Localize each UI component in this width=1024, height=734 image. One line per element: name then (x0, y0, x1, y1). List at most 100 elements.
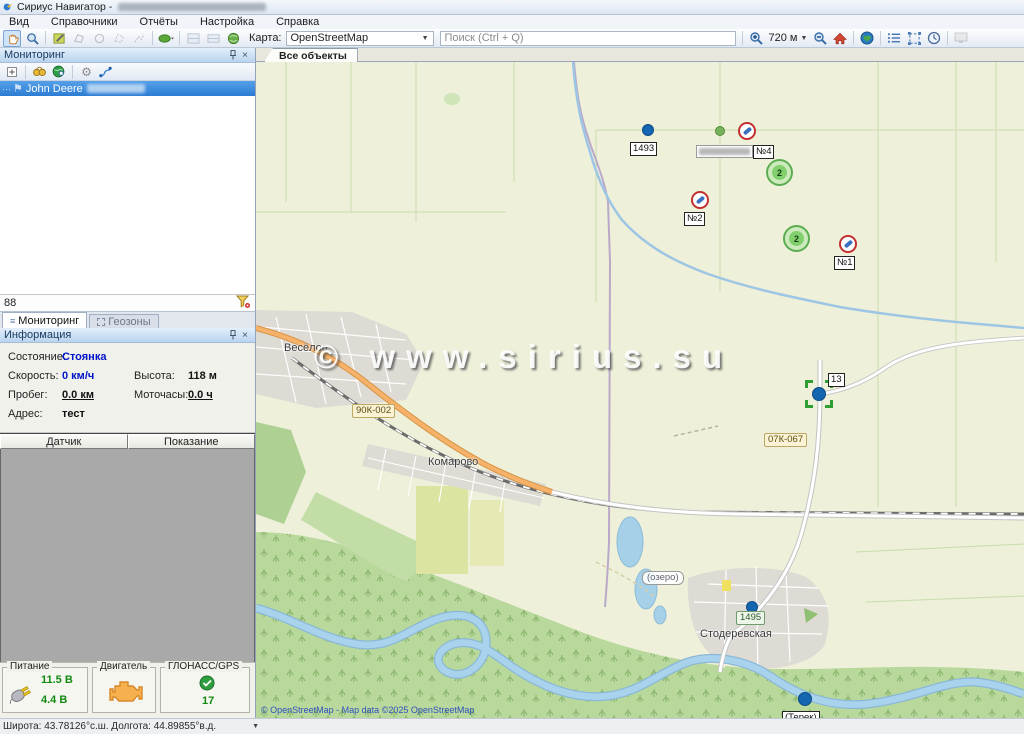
map-canvas[interactable]: 1493 №4 2 №2 2 №1 13 (Терек) (озеро) 90К… (256, 62, 1024, 718)
zoom-in-button[interactable] (747, 30, 765, 47)
tab-geozones[interactable]: Геозоны (89, 314, 158, 328)
status-bar: Широта: 43.78126°с.ш. Долгота: 44.89855°… (0, 718, 1024, 734)
scale-value: 720 м (769, 32, 798, 44)
home-icon (833, 32, 847, 45)
layers-button[interactable] (157, 30, 175, 47)
panels2-icon (207, 32, 220, 45)
selected-vehicle-label: 13 (828, 373, 845, 387)
chevron-down-icon[interactable]: ▼ (252, 723, 259, 730)
tab-geozones-label: Геозоны (108, 316, 150, 328)
zoom-out-icon (813, 31, 827, 45)
menu-spravochniki[interactable]: Справочники (40, 15, 129, 29)
poi-marker-4[interactable] (738, 122, 756, 140)
edit-geozone-button[interactable] (110, 30, 128, 47)
split-horizontal-button[interactable] (184, 30, 202, 47)
map-tab-label: Все объекты (279, 50, 347, 62)
globe-3d-button[interactable] (224, 30, 242, 47)
zoom-out-button[interactable] (811, 30, 829, 47)
coordinates-readout: Широта: 43.78126°с.ш. Долгота: 44.89855°… (3, 721, 216, 732)
main-toolbar: Карта: OpenStreetMap ▼ 720 м ▼ (0, 29, 1024, 48)
zoom-in-icon (749, 31, 763, 45)
vehicle-dot (812, 387, 826, 401)
menu-spravka[interactable]: Справка (265, 15, 330, 29)
tab-monitoring[interactable]: ≡ Мониторинг (2, 312, 87, 328)
sensor-column-header[interactable]: Датчик (0, 434, 128, 449)
edit-map-button[interactable] (50, 30, 68, 47)
pin-icon[interactable] (227, 49, 239, 61)
search-input[interactable] (440, 31, 736, 46)
gauges-panel: Питание 11.5 В 4.4 В Двигатель ГЛОНАСС/G… (0, 662, 255, 718)
search-objects-button[interactable] (31, 64, 48, 79)
power-gauge: Питание 11.5 В 4.4 В (2, 667, 88, 713)
world-view-button[interactable] (858, 30, 876, 47)
filter-value[interactable]: 88 (4, 297, 16, 309)
map-select-label: Карта: (249, 32, 282, 44)
pan-tool-button[interactable] (3, 30, 21, 47)
hand-icon (6, 32, 19, 45)
magnifier-icon (26, 32, 39, 45)
close-icon[interactable]: × (239, 329, 251, 341)
monitoring-panel: Мониторинг × ⚙ ··· ⚑ John Deere 88 (0, 48, 256, 718)
app-window: Сириус Навигатор - Вид Справочники Отчёт… (0, 0, 1024, 734)
close-icon[interactable]: × (239, 49, 251, 61)
monitor-icon (954, 32, 968, 44)
gnss-gauge: ГЛОНАСС/GPS 17 (160, 667, 250, 713)
polygon-edit-icon (113, 32, 126, 45)
expand-all-button[interactable] (3, 64, 20, 79)
power-voltage-main: 11.5 В (41, 674, 73, 686)
menu-vid[interactable]: Вид (0, 15, 40, 29)
poi-label-redacted (696, 145, 753, 158)
object-list-button[interactable] (885, 30, 903, 47)
map-base-layer (256, 62, 1024, 718)
home-view-button[interactable] (831, 30, 849, 47)
scale-select[interactable]: 720 м ▼ (766, 31, 811, 46)
waypoint-dot-blue[interactable] (642, 124, 654, 136)
map-tab-all-objects[interactable]: Все объекты (264, 48, 358, 62)
monitoring-panel-title: Мониторинг (4, 49, 65, 61)
geozone-icon (97, 318, 105, 326)
address-label: Адрес: (8, 408, 43, 420)
satellite-check-icon (199, 675, 215, 691)
add-geozone-button[interactable] (70, 30, 88, 47)
screenshot-button[interactable] (952, 30, 970, 47)
geozones-view-button[interactable] (905, 30, 923, 47)
waypoint-dot-green[interactable] (715, 126, 725, 136)
globe-3d-icon (227, 32, 240, 45)
altitude-value: 118 м (188, 370, 217, 382)
state-label: Состояние: (8, 351, 66, 363)
pin-icon[interactable] (227, 329, 239, 341)
split-vertical-button[interactable] (204, 30, 222, 47)
menu-otchety[interactable]: Отчёты (129, 15, 189, 29)
road-shield-1495: 1495 (736, 611, 765, 625)
track-icon (99, 66, 112, 78)
settings-button[interactable]: ⚙ (78, 64, 95, 79)
menu-nastroika[interactable]: Настройка (189, 15, 265, 29)
map-select[interactable]: OpenStreetMap ▼ (286, 31, 434, 46)
history-button[interactable] (925, 30, 943, 47)
list-icon: ≡ (10, 316, 15, 326)
cluster-marker-a[interactable]: 2 (766, 159, 793, 186)
poi-marker-1[interactable] (839, 235, 857, 253)
tree-item-vehicle[interactable]: ··· ⚑ John Deere (0, 81, 255, 96)
add-circle-geozone-button[interactable] (90, 30, 108, 47)
mileage-value[interactable]: 0.0 км (62, 389, 94, 401)
power-voltage-backup: 4.4 В (41, 694, 67, 706)
zoom-tool-button[interactable] (23, 30, 41, 47)
poi-glyph (742, 127, 751, 136)
show-on-map-button[interactable] (50, 64, 67, 79)
filter-button[interactable] (236, 295, 251, 312)
poi-marker-2[interactable] (691, 191, 709, 209)
funnel-icon (236, 295, 251, 309)
list-icon (888, 32, 901, 44)
poi-label-n2: №2 (684, 212, 705, 226)
objects-tree: ··· ⚑ John Deere (0, 81, 255, 294)
speed-label: Скорость: (8, 370, 59, 382)
track-button[interactable] (97, 64, 114, 79)
engine-hours-value[interactable]: 0.0 ч (188, 389, 213, 401)
river-dot-blue[interactable] (798, 692, 812, 706)
cluster-marker-b[interactable]: 2 (783, 225, 810, 252)
tree-toolbar: ⚙ (0, 63, 255, 81)
edit-route-button[interactable] (130, 30, 148, 47)
state-value: Стоянка (62, 351, 106, 363)
value-column-header[interactable]: Показание (128, 434, 256, 449)
